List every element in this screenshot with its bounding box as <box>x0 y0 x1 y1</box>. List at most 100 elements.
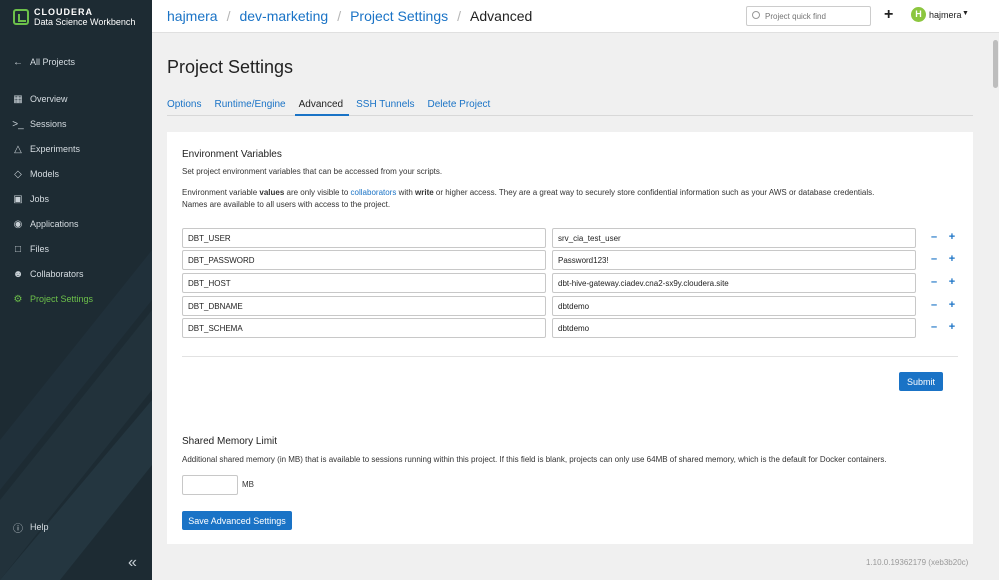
terminal-icon: >_ <box>12 118 24 130</box>
briefcase-icon: ▣ <box>13 193 23 205</box>
sidebar-item-project-settings[interactable]: ⚙ Project Settings <box>12 292 94 306</box>
version-text: 1.10.0.19362179 (xeb3b20c) <box>866 558 969 567</box>
env-var-row: – + <box>182 273 967 293</box>
env-var-name-input[interactable] <box>182 250 546 270</box>
env-vars-description: Environment variable values are only vis… <box>182 188 875 209</box>
advanced-settings-card: Environment Variables Set project enviro… <box>167 132 973 544</box>
breadcrumb-separator: / <box>337 8 342 24</box>
sidebar-item-label: Files <box>30 244 50 254</box>
flask-icon: △ <box>14 143 22 155</box>
sidebar-item-label: Models <box>30 169 60 179</box>
page-title: Project Settings <box>167 57 294 77</box>
env-var-value-input[interactable] <box>552 250 916 270</box>
env-var-row: – + <box>182 250 967 270</box>
shared-memory-input[interactable] <box>182 475 238 495</box>
sidebar-item-collaborators[interactable]: ☻ Collaborators <box>12 267 84 281</box>
page-scrollbar[interactable] <box>990 33 999 580</box>
sidebar-item-label: Applications <box>30 219 79 229</box>
sidebar-item-label: Sessions <box>30 119 67 129</box>
help-label: Help <box>30 522 49 532</box>
env-var-row: – + <box>182 228 967 248</box>
sidebar-item-label: Project Settings <box>30 294 94 304</box>
env-vars-subtitle: Set project environment variables that c… <box>182 167 443 176</box>
dashboard-icon: ▦ <box>13 93 23 105</box>
shared-memory-title: Shared Memory Limit <box>182 436 278 447</box>
env-var-value-input[interactable] <box>552 228 916 248</box>
settings-tabs: Options Runtime/Engine Advanced SSH Tunn… <box>167 93 973 116</box>
sidebar-item-files[interactable]: □ Files <box>12 242 49 256</box>
breadcrumb-current: Advanced <box>470 8 533 24</box>
remove-row-icon[interactable]: – <box>929 321 939 333</box>
add-row-icon[interactable]: + <box>947 299 957 311</box>
scrollbar-thumb[interactable] <box>993 40 998 88</box>
tab-advanced[interactable]: Advanced <box>294 93 350 116</box>
env-var-row: – + <box>182 318 967 338</box>
add-row-icon[interactable]: + <box>947 253 957 265</box>
env-vars-title: Environment Variables <box>182 149 282 160</box>
remove-row-icon[interactable]: – <box>929 276 939 288</box>
tab-ssh-tunnels[interactable]: SSH Tunnels <box>356 93 420 116</box>
add-row-icon[interactable]: + <box>947 321 957 333</box>
add-row-icon[interactable]: + <box>947 231 957 243</box>
sidebar-item-models[interactable]: ◇ Models <box>12 167 59 181</box>
remove-row-icon[interactable]: – <box>929 231 939 243</box>
collaborators-link[interactable]: collaborators <box>351 188 397 197</box>
breadcrumb-separator: / <box>457 8 462 24</box>
breadcrumb-user[interactable]: hajmera <box>167 8 218 24</box>
remove-row-icon[interactable]: – <box>929 253 939 265</box>
user-name[interactable]: hajmera <box>929 10 962 20</box>
breadcrumb-project[interactable]: dev-marketing <box>239 8 328 24</box>
sidebar-item-experiments[interactable]: △ Experiments <box>12 142 80 156</box>
application-icon: ◉ <box>13 218 23 230</box>
submit-button[interactable]: Submit <box>899 372 943 391</box>
env-var-name-input[interactable] <box>182 228 546 248</box>
cube-icon: ◇ <box>14 168 22 180</box>
users-icon: ☻ <box>12 268 24 280</box>
project-quick-find-input[interactable] <box>746 6 871 26</box>
env-var-name-input[interactable] <box>182 318 546 338</box>
collapse-sidebar-icon[interactable]: « <box>128 554 137 572</box>
sidebar-item-label: Collaborators <box>30 269 84 279</box>
sidebar-item-label: Jobs <box>30 194 50 204</box>
divider <box>182 356 958 357</box>
add-row-icon[interactable]: + <box>947 276 957 288</box>
file-icon: □ <box>14 243 22 255</box>
tab-options[interactable]: Options <box>167 93 207 116</box>
avatar[interactable]: H <box>911 7 926 22</box>
add-icon[interactable]: + <box>884 6 893 24</box>
tab-delete-project[interactable]: Delete Project <box>427 93 496 116</box>
env-var-value-input[interactable] <box>552 318 916 338</box>
sidebar-item-sessions[interactable]: >_ Sessions <box>12 117 67 131</box>
help-link[interactable]: ⓘ Help <box>12 520 49 535</box>
tab-runtime-engine[interactable]: Runtime/Engine <box>214 93 291 116</box>
all-projects-label: All Projects <box>30 57 76 67</box>
env-var-name-input[interactable] <box>182 296 546 316</box>
product-name: Data Science Workbench <box>34 17 136 27</box>
sidebar-item-applications[interactable]: ◉ Applications <box>12 217 79 231</box>
chevron-down-icon[interactable]: ▼ <box>962 10 969 17</box>
search-icon <box>752 11 760 19</box>
cloudera-logo-icon <box>13 9 29 25</box>
env-var-value-input[interactable] <box>552 273 916 293</box>
all-projects-link[interactable]: ← All Projects <box>12 55 75 69</box>
shared-memory-unit: MB <box>242 480 254 489</box>
breadcrumb-settings[interactable]: Project Settings <box>350 8 448 24</box>
brand-name: CLOUDERA <box>34 7 93 17</box>
arrow-left-icon: ← <box>13 56 23 68</box>
sidebar-item-jobs[interactable]: ▣ Jobs <box>12 192 49 206</box>
env-var-row: – + <box>182 296 967 316</box>
save-advanced-settings-button[interactable]: Save Advanced Settings <box>182 511 292 530</box>
cloudera-logo[interactable]: CLOUDERA Data Science Workbench <box>13 7 135 27</box>
breadcrumb-separator: / <box>226 8 231 24</box>
breadcrumb: hajmera / dev-marketing / Project Settin… <box>167 8 532 24</box>
help-icon: ⓘ <box>13 523 23 535</box>
sidebar-item-label: Overview <box>30 94 68 104</box>
env-var-name-input[interactable] <box>182 273 546 293</box>
sidebar: CLOUDERA Data Science Workbench ← All Pr… <box>0 0 152 580</box>
sidebar-item-label: Experiments <box>30 144 81 154</box>
remove-row-icon[interactable]: – <box>929 299 939 311</box>
gear-icon: ⚙ <box>13 293 23 305</box>
top-bar: hajmera / dev-marketing / Project Settin… <box>152 0 999 33</box>
env-var-value-input[interactable] <box>552 296 916 316</box>
sidebar-item-overview[interactable]: ▦ Overview <box>12 92 68 106</box>
